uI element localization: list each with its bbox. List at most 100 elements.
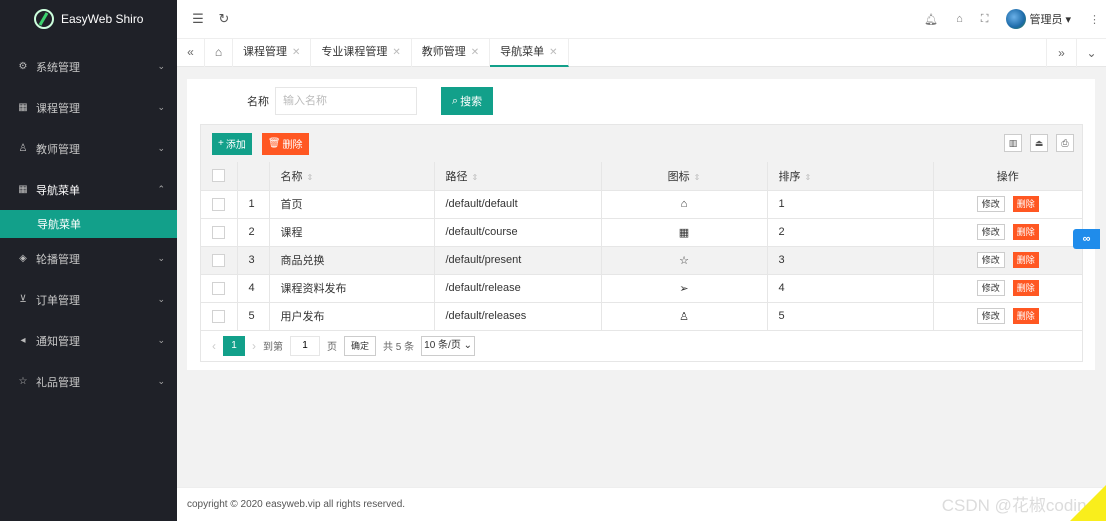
search-button[interactable]: ⌕ 搜索 xyxy=(441,87,493,115)
delete-button[interactable]: 🗑︎ 删除 xyxy=(261,132,309,155)
edit-button[interactable]: 修改 xyxy=(976,196,1005,212)
export-icon[interactable]: ⏏ xyxy=(1030,134,1048,152)
row-index: 1 xyxy=(237,190,270,219)
row-name: 商品兑换 xyxy=(269,246,435,275)
table-row[interactable]: 2 课程 /default/course ▦ 2 修改 删除 xyxy=(201,218,1082,247)
select-all-checkbox[interactable] xyxy=(201,162,238,191)
table-row[interactable]: 3 商品兑换 /default/present ☆ 3 修改 删除 xyxy=(201,246,1082,275)
checkbox[interactable] xyxy=(212,197,226,211)
row-sort: 5 xyxy=(767,302,934,331)
search-input[interactable] xyxy=(275,87,417,115)
prev-page-icon[interactable]: ‹ xyxy=(212,339,216,353)
row-name: 课程资料发布 xyxy=(269,274,435,303)
edit-button[interactable]: 修改 xyxy=(976,308,1005,324)
next-page-icon[interactable]: › xyxy=(252,339,256,353)
edit-button[interactable]: 修改 xyxy=(976,252,1005,268)
close-icon[interactable]: ✕ xyxy=(292,38,300,67)
sidebar-item-teacher[interactable]: ♙ 教师管理 ⌄ xyxy=(0,128,177,169)
fullscreen-icon[interactable]: ⛶ xyxy=(981,13,989,26)
app-logo[interactable]: EasyWeb Shiro xyxy=(0,0,177,38)
tab-label: 课程管理 xyxy=(243,46,287,58)
sidebar-item-system[interactable]: ⚙ 系统管理 ⌄ xyxy=(0,46,177,87)
bell-icon[interactable]: 🔔︎ xyxy=(924,13,938,26)
page-size-select[interactable]: 10 条/页 ⌄ xyxy=(421,335,475,356)
checkbox[interactable] xyxy=(212,225,226,239)
row-delete-button[interactable]: 删除 xyxy=(1012,280,1039,296)
home-tab-icon[interactable]: ⌂ xyxy=(205,38,233,67)
chevron-down-icon[interactable]: ⌄ xyxy=(1076,39,1106,68)
row-delete-button[interactable]: 删除 xyxy=(1012,224,1039,240)
row-delete-button[interactable]: 删除 xyxy=(1012,196,1039,212)
tab-major-course[interactable]: 专业课程管理 ✕ xyxy=(311,38,412,67)
column-header-label: 操作 xyxy=(996,170,1019,183)
goto-page-input[interactable] xyxy=(290,335,320,356)
delete-button-label: 删除 xyxy=(282,140,303,151)
checkbox[interactable] xyxy=(212,253,226,267)
search-button-label: 搜索 xyxy=(460,96,483,108)
submenu-item-nav-menu[interactable]: 导航菜单 xyxy=(0,210,177,238)
print-icon[interactable]: ⎙ xyxy=(1056,134,1074,152)
search-icon: ⌕ xyxy=(451,94,459,107)
tab-teacher[interactable]: 教师管理 ✕ xyxy=(412,38,491,67)
chevron-down-icon: ⌄ xyxy=(157,376,165,386)
column-header-label: 图标 xyxy=(667,170,690,183)
row-checkbox-cell xyxy=(201,190,238,219)
tabs-scroll-right-icon[interactable]: » xyxy=(1046,39,1076,68)
sidebar-item-order[interactable]: ⊻ 订单管理 ⌄ xyxy=(0,279,177,320)
send-icon: ➢ xyxy=(679,282,689,295)
table-row[interactable]: 1 首页 /default/default ⌂ 1 修改 删除 xyxy=(201,190,1082,219)
close-icon[interactable]: ✕ xyxy=(549,38,557,65)
row-index: 2 xyxy=(237,218,270,247)
column-header-name[interactable]: 名称 ⇕ xyxy=(269,162,435,191)
tab-nav-menu[interactable]: 导航菜单 ✕ xyxy=(490,38,569,67)
grid-icon: ▦ xyxy=(18,102,28,113)
checkbox[interactable] xyxy=(212,281,226,295)
tab-controls-right: » ⌄ xyxy=(1046,39,1106,68)
close-icon[interactable]: ✕ xyxy=(392,38,400,67)
row-path: /default/present xyxy=(434,246,602,275)
sort-icon[interactable]: ⇕ xyxy=(694,173,701,182)
sidebar-menu: ⚙ 系统管理 ⌄ ▦ 课程管理 ⌄ ♙ 教师管理 ⌄ ▦ 导航菜单 ⌃ 导航菜单… xyxy=(0,46,177,402)
close-icon[interactable]: ✕ xyxy=(471,38,479,67)
tabs-scroll-left-icon[interactable]: « xyxy=(177,38,205,67)
chevron-down-icon: ⌄ xyxy=(157,294,165,304)
home-icon: ⌂ xyxy=(680,198,688,210)
column-header-icon[interactable]: 图标 ⇕ xyxy=(601,162,768,191)
tab-course[interactable]: 课程管理 ✕ xyxy=(233,38,312,67)
column-header-actions: 操作 xyxy=(933,162,1082,191)
sidebar-item-carousel[interactable]: ◈ 轮播管理 ⌄ xyxy=(0,238,177,279)
columns-icon[interactable]: ▥ xyxy=(1004,134,1022,152)
sidebar-item-nav-menu[interactable]: ▦ 导航菜单 ⌃ xyxy=(0,169,177,210)
menu-fold-icon[interactable]: ☰ xyxy=(185,11,211,27)
cloud-icon[interactable]: ∞ xyxy=(1073,229,1100,249)
column-header-path[interactable]: 路径 ⇕ xyxy=(434,162,602,191)
column-header-sort[interactable]: 排序 ⇕ xyxy=(767,162,934,191)
checkbox[interactable] xyxy=(212,309,226,323)
edit-button[interactable]: 修改 xyxy=(976,224,1005,240)
goto-prefix: 到第 xyxy=(263,342,283,353)
sort-icon[interactable]: ⇕ xyxy=(307,173,314,182)
tab-bar: « ⌂ 课程管理 ✕ 专业课程管理 ✕ 教师管理 ✕ 导航菜单 ✕ » ⌄ xyxy=(177,38,1106,68)
gear-icon: ⚙ xyxy=(18,61,28,72)
table-row[interactable]: 4 课程资料发布 /default/release ➢ 4 修改 删除 xyxy=(201,274,1082,303)
sort-icon[interactable]: ⇕ xyxy=(805,173,812,182)
current-page[interactable]: 1 xyxy=(223,335,245,356)
row-delete-button[interactable]: 删除 xyxy=(1012,308,1039,324)
add-button[interactable]: + 添加 xyxy=(212,132,252,155)
sidebar-item-notice[interactable]: ◂ 通知管理 ⌄ xyxy=(0,320,177,361)
sidebar-item-course[interactable]: ▦ 课程管理 ⌄ xyxy=(0,87,177,128)
sidebar-item-label: 订单管理 xyxy=(36,294,80,307)
sidebar-item-gift[interactable]: ☆ 礼品管理 ⌄ xyxy=(0,361,177,402)
goto-confirm-button[interactable]: 确定 xyxy=(344,335,377,356)
user-menu[interactable]: 管理员 ▾ xyxy=(1006,9,1071,29)
row-delete-button[interactable]: 删除 xyxy=(1012,252,1039,268)
checkbox[interactable] xyxy=(212,169,226,183)
table-row[interactable]: 5 用户发布 /default/releases ♙ 5 修改 删除 xyxy=(201,302,1082,331)
tag-icon[interactable]: ⌂ xyxy=(956,13,963,25)
sort-icon[interactable]: ⇕ xyxy=(472,173,479,182)
submenu-item-label: 导航菜单 xyxy=(37,219,81,231)
plus-icon: + xyxy=(218,138,224,149)
more-icon[interactable]: ⋮ xyxy=(1089,13,1100,26)
refresh-icon[interactable]: ↻ xyxy=(211,11,237,27)
edit-button[interactable]: 修改 xyxy=(976,280,1005,296)
